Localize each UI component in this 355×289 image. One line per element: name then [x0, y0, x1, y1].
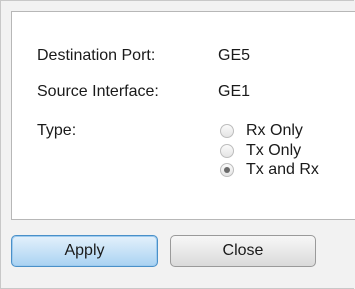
source-interface-value: GE1: [218, 83, 251, 100]
destination-port-label: Destination Port:: [37, 47, 156, 64]
port-mirroring-settings-panel: Destination Port: GE5 Source Interface: …: [11, 11, 355, 220]
tx-and-rx-label[interactable]: Tx and Rx: [246, 161, 319, 179]
tx-only-label[interactable]: Tx Only: [246, 142, 301, 160]
rx-only-label[interactable]: Rx Only: [246, 122, 303, 140]
destination-port-value: GE5: [218, 47, 251, 64]
close-button[interactable]: Close: [170, 235, 316, 267]
tx-and-rx-radio[interactable]: [220, 163, 234, 177]
apply-button[interactable]: Apply: [11, 235, 158, 267]
rx-only-radio[interactable]: [220, 124, 234, 138]
source-interface-label: Source Interface:: [37, 83, 159, 100]
tx-only-radio[interactable]: [220, 144, 234, 158]
type-label: Type:: [37, 122, 77, 139]
